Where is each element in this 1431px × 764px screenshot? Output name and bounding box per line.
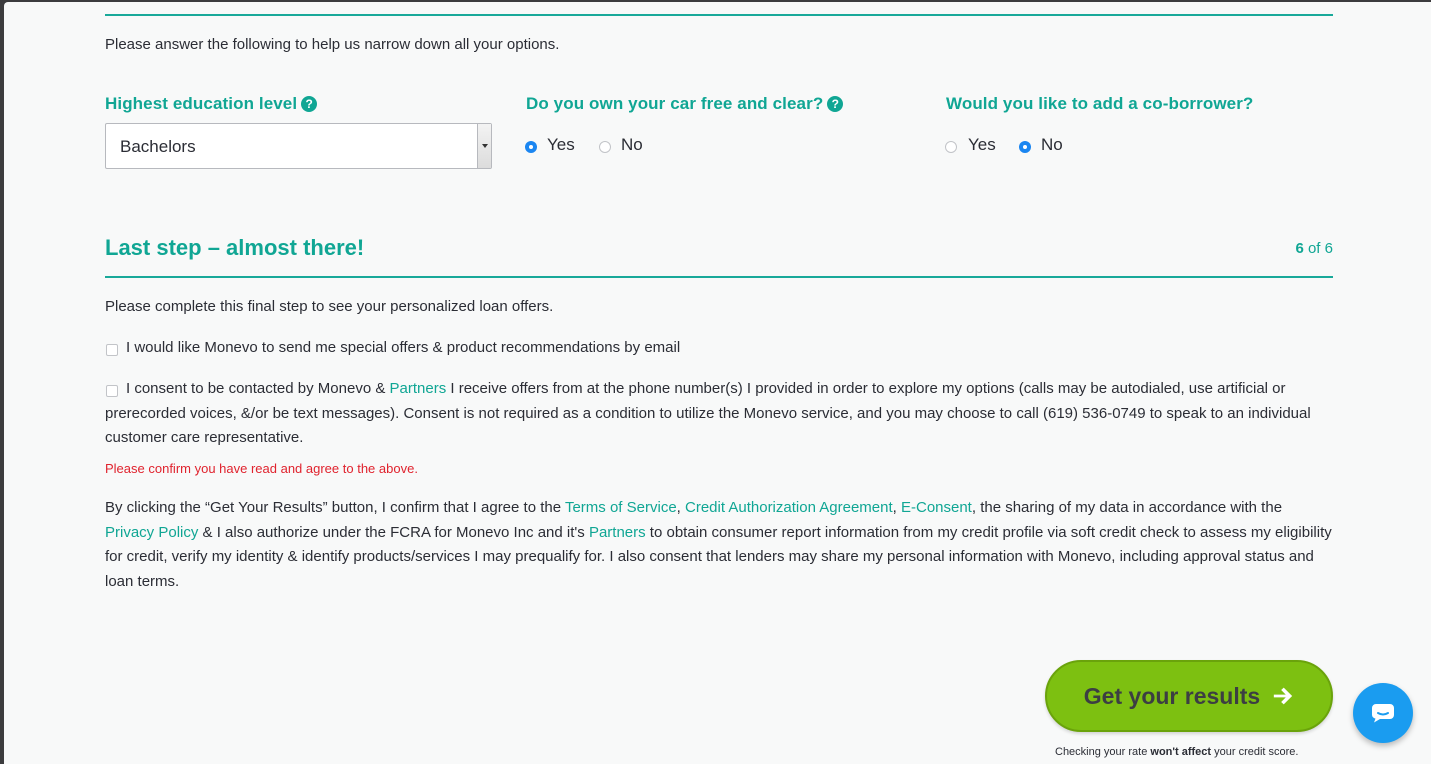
car-radio-yes[interactable] — [525, 141, 537, 153]
final-step-intro: Please complete this final step to see y… — [105, 298, 554, 315]
credit-score-disclaimer: Checking your rate won't affect your cre… — [1055, 746, 1299, 758]
question-circle-icon[interactable]: ? — [827, 96, 844, 112]
coborrower-radio-yes[interactable] — [945, 141, 957, 153]
get-results-button-label: Get your results — [1083, 682, 1261, 709]
coborrower-radio-no[interactable] — [1019, 141, 1031, 153]
education-label: Highest education level? — [105, 94, 318, 114]
car-question-label: Do you own your car free and clear?? — [526, 94, 844, 114]
car-radio-no-label[interactable]: No — [621, 135, 643, 155]
e-consent-link[interactable]: E-Consent — [901, 499, 972, 516]
arrow-right-icon — [1274, 687, 1293, 705]
coborrower-radio-no-label[interactable]: No — [1041, 135, 1063, 155]
education-select[interactable]: Bachelors — [105, 123, 492, 169]
email-consent-checkbox[interactable] — [106, 344, 118, 356]
section-title: Last step – almost there! — [105, 235, 365, 260]
car-radio-no[interactable] — [599, 141, 611, 153]
terms-text: By clicking the “Get Your Results” butto… — [105, 499, 1332, 590]
questions-intro: Please answer the following to help us n… — [105, 36, 560, 53]
education-select-value: Bachelors — [120, 137, 196, 156]
credit-authorization-link[interactable]: Credit Authorization Agreement — [685, 499, 893, 516]
step-counter: 6 of 6 — [1295, 240, 1333, 257]
consent-error-message: Please confirm you have read and agree t… — [105, 461, 418, 476]
phone-consent-text: I consent to be contacted by Monevo & Pa… — [105, 380, 1311, 446]
coborrower-radio-yes-label[interactable]: Yes — [968, 135, 996, 155]
top-divider — [105, 14, 1333, 16]
partners-link[interactable]: Partners — [390, 380, 447, 397]
chat-button[interactable] — [1353, 683, 1413, 743]
privacy-policy-link[interactable]: Privacy Policy — [105, 524, 198, 541]
question-circle-icon[interactable]: ? — [301, 96, 318, 112]
get-results-button[interactable]: Get your results — [1045, 660, 1333, 732]
chevron-down-icon[interactable] — [477, 124, 491, 168]
partners-link[interactable]: Partners — [589, 524, 646, 541]
coborrower-question-label: Would you like to add a co-borrower? — [946, 94, 1254, 113]
email-consent-label[interactable]: I would like Monevo to send me special o… — [126, 336, 680, 361]
page: Please answer the following to help us n… — [4, 2, 1431, 764]
terms-of-service-link[interactable]: Terms of Service — [565, 499, 677, 516]
chat-bubble-icon — [1372, 704, 1394, 723]
section-divider — [105, 276, 1333, 278]
car-radio-yes-label[interactable]: Yes — [547, 135, 575, 155]
